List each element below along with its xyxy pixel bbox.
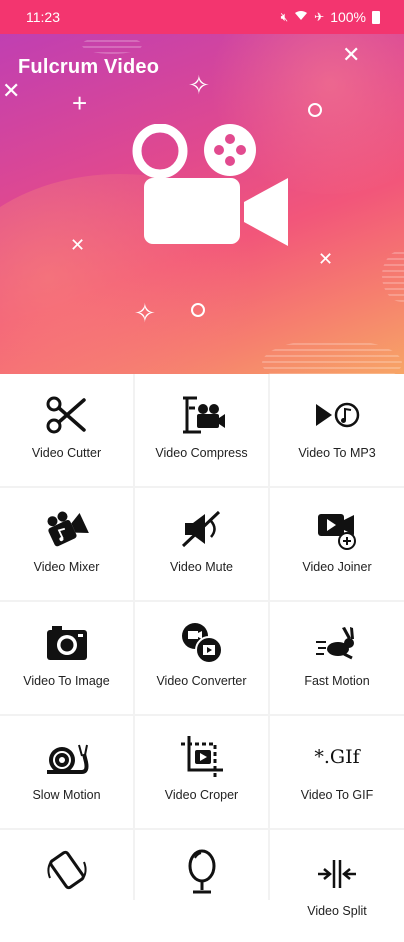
wifi-icon — [294, 10, 308, 24]
x-shape-icon: ✕ — [2, 78, 21, 103]
snail-icon — [46, 744, 88, 774]
decor-stripes — [82, 36, 142, 54]
tool-video-mute[interactable]: Video Mute — [135, 488, 268, 600]
tool-label: Video Cutter — [31, 446, 102, 460]
rabbit-icon — [316, 627, 354, 660]
sparkle-icon: ✧ — [188, 70, 210, 100]
tool-label: Video To Image — [23, 674, 110, 688]
tool-label: Video Mute — [169, 560, 233, 574]
tool-video-joiner[interactable]: Video Joiner — [270, 488, 404, 600]
tool-rotate[interactable] — [0, 830, 133, 942]
tool-video-mixer[interactable]: Video Mixer — [0, 488, 133, 600]
plus-shape-icon: + — [72, 88, 88, 118]
gif-icon: *.GIf — [314, 746, 360, 768]
tool-video-croper[interactable]: Video Croper — [135, 716, 268, 828]
decor-stripes — [382, 250, 404, 302]
tool-label: Video Compress — [155, 446, 248, 460]
battery-icon — [372, 10, 380, 24]
camera-music-icon — [47, 511, 89, 547]
tool-label: Fast Motion — [304, 674, 370, 688]
battery-percent: 100% — [330, 9, 366, 25]
photo-camera-icon — [46, 626, 87, 660]
status-time: 11:23 — [26, 9, 60, 25]
tool-video-split[interactable]: Video Split — [270, 830, 404, 942]
mirror-icon — [188, 849, 215, 894]
tool-video-cutter[interactable]: Video Cutter — [0, 374, 133, 486]
sparkle-icon: ✧ — [134, 298, 156, 328]
scissors-icon — [46, 396, 86, 434]
split-icon — [318, 860, 356, 888]
app-title: Fulcrum Video — [18, 56, 160, 78]
convert-icon — [181, 623, 223, 664]
x-shape-icon: ✕ — [318, 249, 334, 269]
movie-camera-icon — [132, 124, 288, 246]
circle-shape-icon — [308, 103, 322, 117]
tool-video-converter[interactable]: Video Converter — [135, 602, 268, 714]
tool-label: Video Croper — [164, 788, 239, 802]
tools-grid: Video Cutter Video Compress Video To MP3 — [0, 374, 404, 942]
mute-status-icon: 🔇︎ — [280, 10, 289, 24]
tool-label: Video To GIF — [300, 788, 374, 802]
clamp-camera-icon — [182, 396, 225, 434]
airplane-icon: ✈︎ — [314, 10, 325, 24]
mute-icon — [181, 510, 220, 548]
x-shape-icon: ✕ — [70, 235, 86, 255]
circle-shape-icon — [191, 303, 205, 317]
tool-fast-motion[interactable]: Fast Motion — [270, 602, 404, 714]
tool-label: Slow Motion — [32, 788, 101, 802]
tool-slow-motion[interactable]: Slow Motion — [0, 716, 133, 828]
tool-video-to-gif[interactable]: *.GIf Video To GIF — [270, 716, 404, 828]
tool-video-to-mp3[interactable]: Video To MP3 — [270, 374, 404, 486]
crop-icon — [180, 736, 223, 778]
tool-label: Video To MP3 — [298, 446, 376, 460]
tool-label: Video Split — [307, 904, 367, 918]
hero-banner: Fulcrum Video ✕ ✕ ✕ ✕ + ✧ ✧ — [0, 34, 404, 374]
video-add-icon — [318, 514, 356, 550]
tool-label: Video Mixer — [33, 560, 100, 574]
status-icons: 🔇︎ ✈︎ 100% — [281, 9, 380, 25]
play-music-icon — [316, 402, 360, 428]
x-shape-icon: ✕ — [342, 42, 361, 67]
tool-video-compress[interactable]: Video Compress — [135, 374, 268, 486]
rotate-icon — [46, 850, 87, 890]
tool-label: Video Joiner — [302, 560, 372, 574]
tool-video-to-image[interactable]: Video To Image — [0, 602, 133, 714]
tool-mirror[interactable] — [135, 830, 268, 942]
status-bar: 11:23 🔇︎ ✈︎ 100% — [0, 0, 404, 34]
tool-label: Video Converter — [156, 674, 247, 688]
